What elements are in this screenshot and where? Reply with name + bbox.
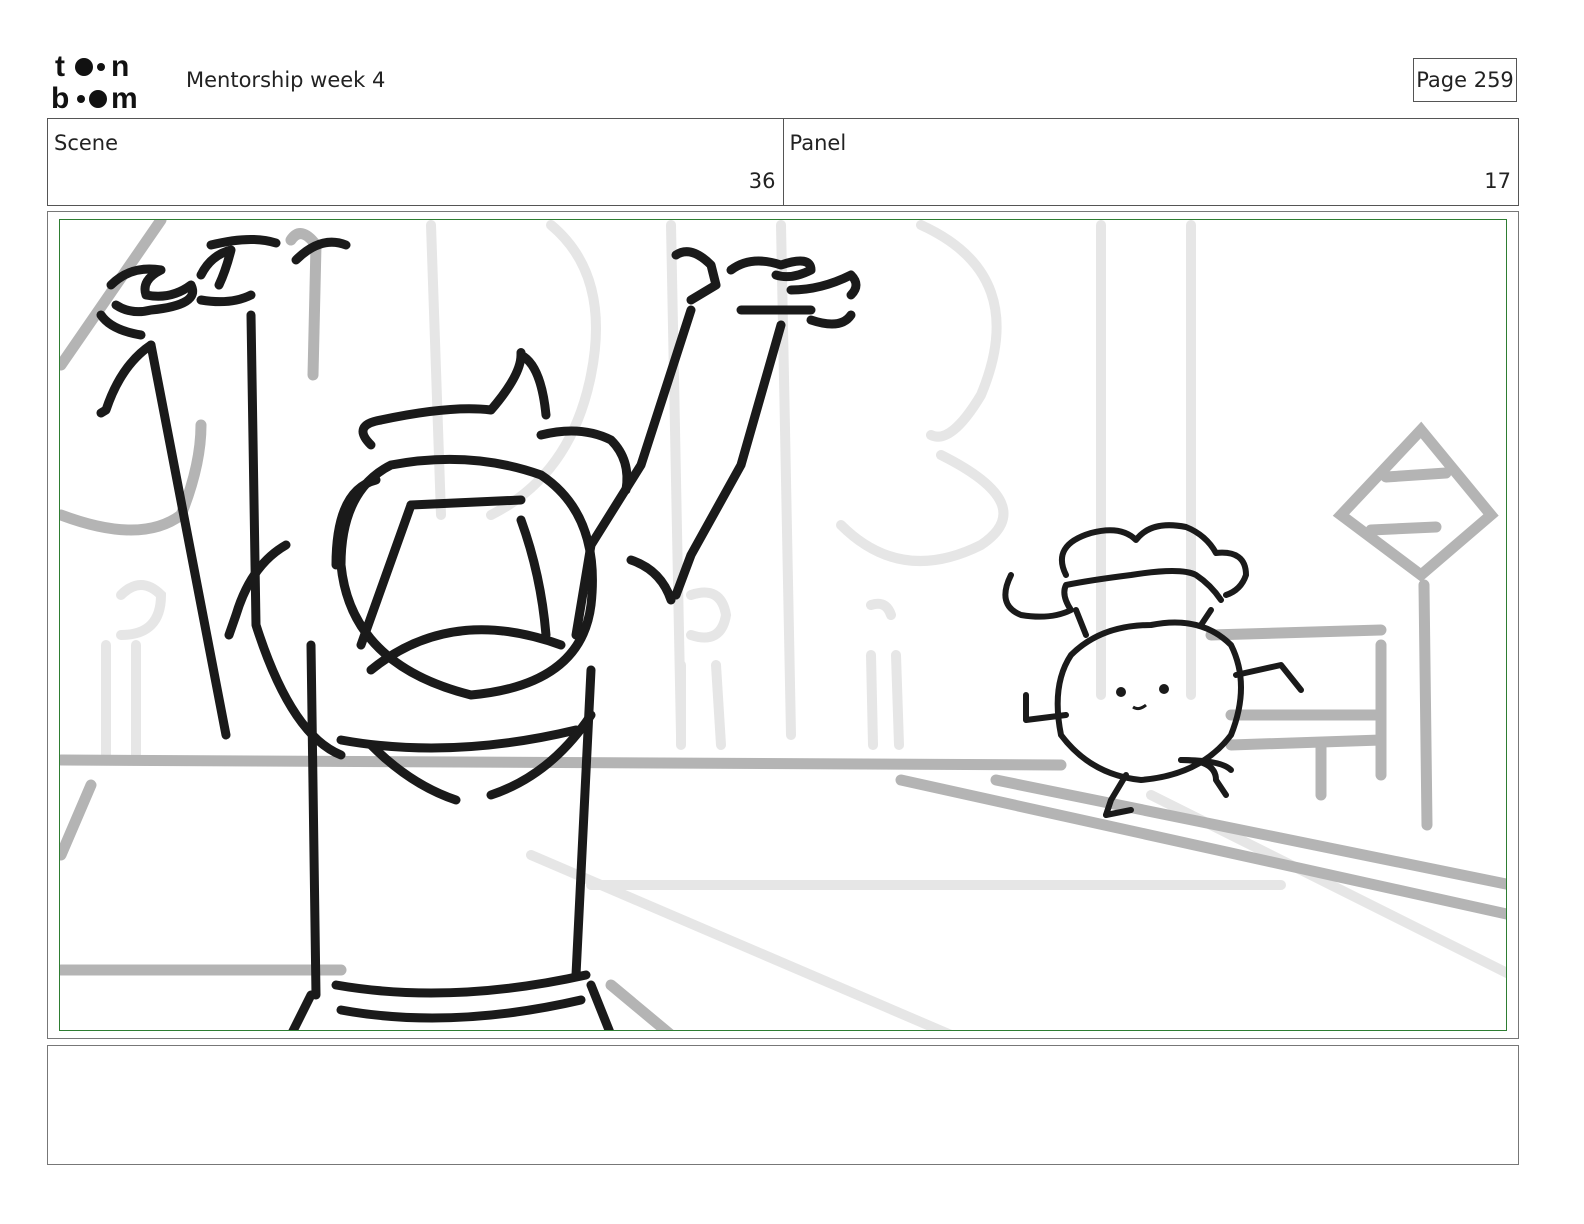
document-title: Mentorship week 4 [186, 68, 386, 92]
page-number: Page 259 [1413, 58, 1517, 102]
toon-boom-logo: t n b m [51, 50, 163, 115]
toon-boom-logo-mark: t n b m [51, 50, 138, 115]
character-face [1116, 684, 1169, 697]
background-character [1002, 522, 1304, 818]
panel-value: 17 [1484, 169, 1511, 193]
character-mouth [1132, 703, 1147, 711]
svg-text:n: n [111, 50, 129, 83]
foreground-character [96, 234, 861, 1030]
panel-label: Panel [789, 131, 847, 155]
panel-sketch [60, 220, 1506, 1030]
scene-cell: Scene 36 [48, 119, 783, 205]
camera-frame [59, 219, 1507, 1031]
notes-box [47, 1045, 1519, 1165]
panel-cell: Panel 17 [782, 119, 1519, 205]
storyboard-panel [47, 211, 1519, 1039]
svg-text:t: t [55, 50, 65, 83]
scene-value: 36 [748, 169, 776, 193]
scene-panel-row: Scene 36 Panel 17 [47, 118, 1519, 206]
svg-text:b: b [51, 82, 69, 112]
svg-text:m: m [111, 82, 138, 112]
scene-label: Scene [54, 131, 119, 155]
